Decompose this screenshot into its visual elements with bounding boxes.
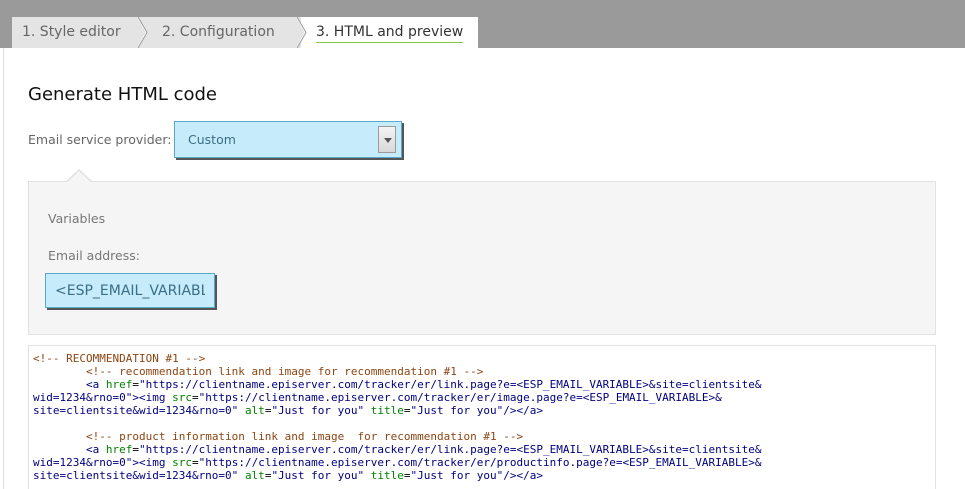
email-address-input[interactable] [45, 273, 215, 308]
wizard-steps: 1. Style editor 2. Configuration 3. HTML… [12, 17, 478, 48]
esp-select-value: Custom [188, 132, 236, 147]
tab-style-editor-label: 1. Style editor [22, 24, 121, 40]
tab-html-preview-label: 3. HTML and preview [316, 24, 464, 43]
step-separator-icon [293, 17, 307, 48]
esp-select[interactable]: Custom [174, 121, 402, 158]
tab-configuration-label: 2. Configuration [162, 24, 275, 40]
variables-panel [28, 181, 936, 335]
email-address-label: Email address: [48, 248, 140, 263]
step-separator-icon [134, 17, 148, 48]
tab-html-preview[interactable]: 3. HTML and preview [301, 17, 478, 48]
wizard-tab-bar: 1. Style editor 2. Configuration 3. HTML… [0, 0, 965, 48]
tab-style-editor[interactable]: 1. Style editor [12, 17, 148, 48]
html-code-output[interactable]: <!-- RECOMMENDATION #1 --> <!-- recommen… [28, 345, 936, 489]
tab-configuration[interactable]: 2. Configuration [142, 17, 307, 48]
panel-pointer-fill [66, 171, 92, 183]
esp-label: Email service provider: [28, 132, 172, 147]
page-title: Generate HTML code [28, 84, 218, 105]
variables-heading: Variables [48, 211, 106, 226]
chevron-down-icon[interactable] [378, 126, 396, 153]
code-text: <!-- RECOMMENDATION #1 --> <!-- recommen… [33, 352, 762, 482]
